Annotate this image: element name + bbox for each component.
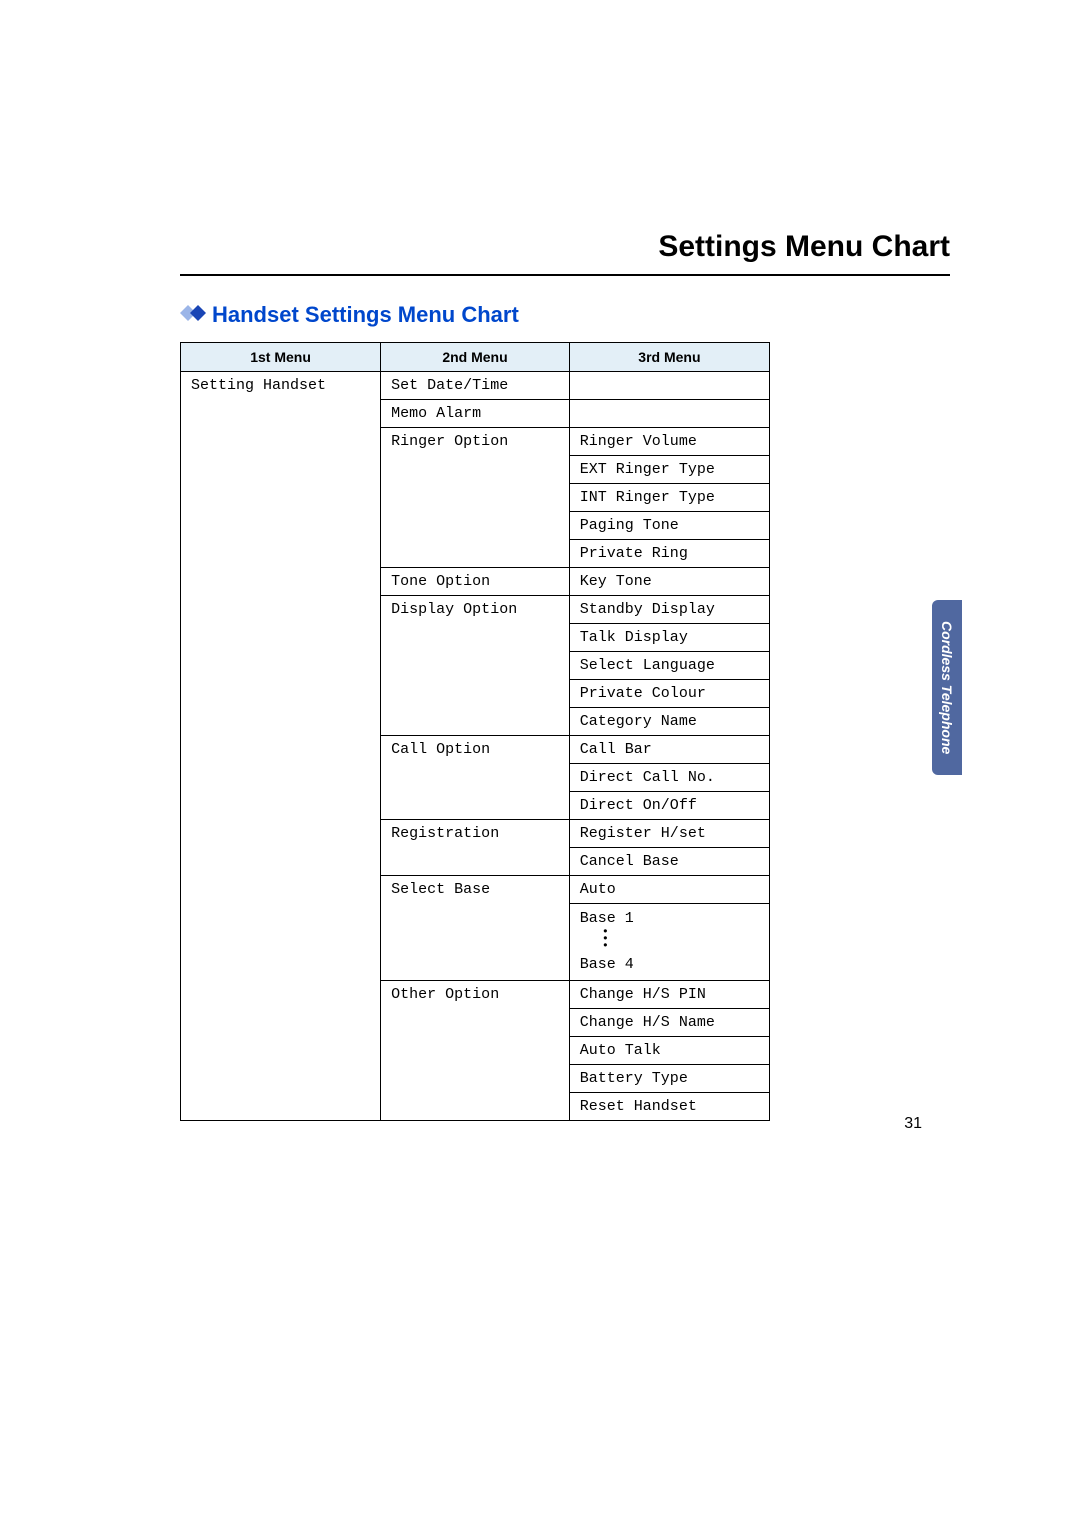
cell-3rd-menu: Register H/set xyxy=(569,820,769,848)
cell-3rd-menu: Key Tone xyxy=(569,568,769,596)
cell-2nd-menu: Tone Option xyxy=(381,568,570,596)
cell-3rd-menu: Direct Call No. xyxy=(569,764,769,792)
cell-2nd-menu: Other Option xyxy=(381,980,570,1120)
table-row: Setting Handset Set Date/Time xyxy=(181,372,770,400)
cell-3rd-menu: EXT Ringer Type xyxy=(569,456,769,484)
cell-3rd-menu: Talk Display xyxy=(569,624,769,652)
cell-3rd-menu: Select Language xyxy=(569,652,769,680)
cell-3rd-menu: INT Ringer Type xyxy=(569,484,769,512)
cell-3rd-menu: Direct On/Off xyxy=(569,792,769,820)
cell-2nd-menu: Registration xyxy=(381,820,570,876)
cell-3rd-menu: Change H/S Name xyxy=(569,1008,769,1036)
vertical-dots-icon: ••• xyxy=(580,929,609,951)
header-3rd-menu: 3rd Menu xyxy=(569,343,769,372)
cell-2nd-menu: Ringer Option xyxy=(381,428,570,568)
cell-2nd-menu: Memo Alarm xyxy=(381,400,570,428)
base-end: Base 4 xyxy=(580,956,634,973)
cell-3rd-menu: Paging Tone xyxy=(569,512,769,540)
cell-3rd-menu: Private Colour xyxy=(569,680,769,708)
cell-3rd-menu: Cancel Base xyxy=(569,848,769,876)
cell-2nd-menu: Display Option xyxy=(381,596,570,736)
cell-3rd-menu xyxy=(569,372,769,400)
cell-3rd-menu-base-range: Base 1 ••• Base 4 xyxy=(569,904,769,981)
cell-3rd-menu: Auto xyxy=(569,876,769,904)
cell-3rd-menu: Battery Type xyxy=(569,1064,769,1092)
header-2nd-menu: 2nd Menu xyxy=(381,343,570,372)
cell-3rd-menu: Reset Handset xyxy=(569,1092,769,1120)
cell-2nd-menu: Call Option xyxy=(381,736,570,820)
side-tab: Cordless Telephone xyxy=(932,600,962,775)
header-1st-menu: 1st Menu xyxy=(181,343,381,372)
cell-3rd-menu: Auto Talk xyxy=(569,1036,769,1064)
section-header: Handset Settings Menu Chart xyxy=(180,302,950,328)
side-tab-label: Cordless Telephone xyxy=(939,621,955,754)
cell-3rd-menu xyxy=(569,400,769,428)
page-number: 31 xyxy=(904,1115,922,1133)
cell-2nd-menu: Set Date/Time xyxy=(381,372,570,400)
section-title: Handset Settings Menu Chart xyxy=(212,302,519,328)
table-header-row: 1st Menu 2nd Menu 3rd Menu xyxy=(181,343,770,372)
cell-3rd-menu: Call Bar xyxy=(569,736,769,764)
settings-menu-table: 1st Menu 2nd Menu 3rd Menu Setting Hands… xyxy=(180,342,770,1121)
cell-3rd-menu: Standby Display xyxy=(569,596,769,624)
cell-3rd-menu: Change H/S PIN xyxy=(569,980,769,1008)
cell-3rd-menu: Ringer Volume xyxy=(569,428,769,456)
cell-3rd-menu: Private Ring xyxy=(569,540,769,568)
cell-1st-menu: Setting Handset xyxy=(181,372,381,1121)
document-page: Settings Menu Chart Handset Settings Men… xyxy=(0,0,1080,1121)
cell-2nd-menu: Select Base xyxy=(381,876,570,981)
cell-3rd-menu: Category Name xyxy=(569,708,769,736)
diamond-icon xyxy=(180,305,206,326)
page-title: Settings Menu Chart xyxy=(180,230,950,276)
